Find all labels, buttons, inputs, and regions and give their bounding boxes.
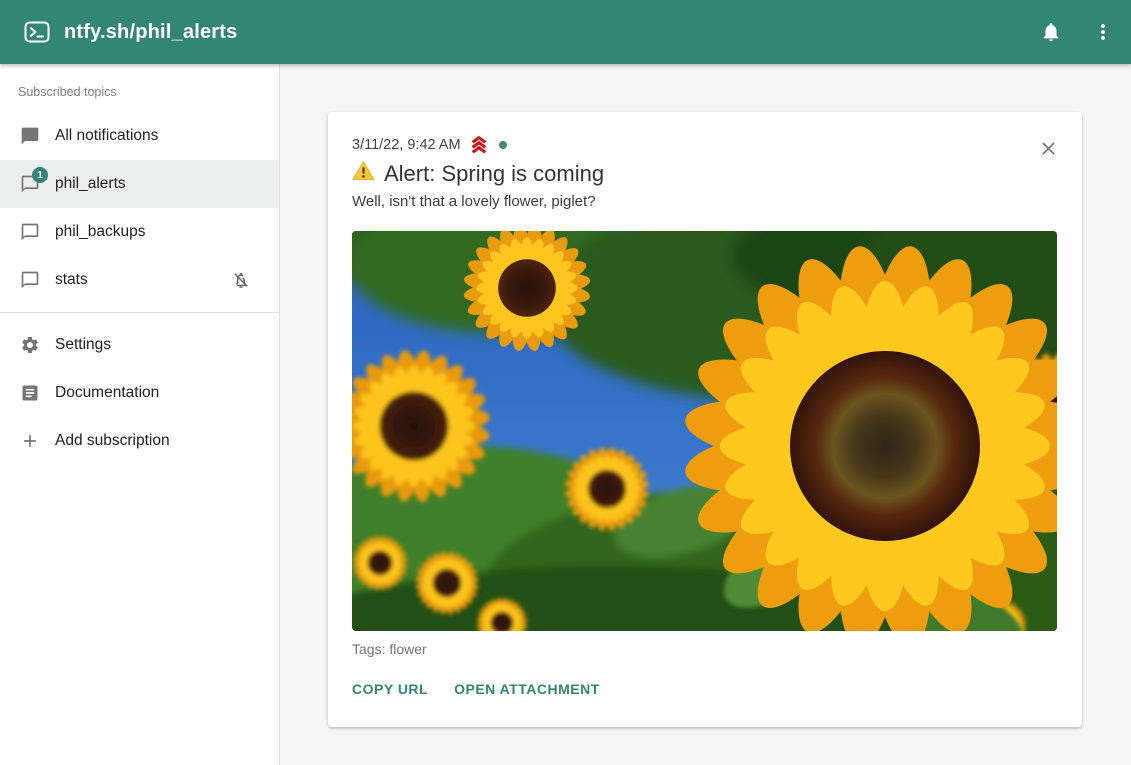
chat-bubble-filled-icon — [20, 126, 40, 146]
sidebar-item-settings[interactable]: Settings — [0, 321, 279, 369]
notification-title: Alert: Spring is coming — [384, 159, 604, 189]
overflow-menu-icon[interactable] — [1091, 20, 1115, 44]
chat-bubble-outline-icon — [20, 222, 40, 242]
app-bar: ntfy.sh/phil_alerts — [0, 0, 1131, 64]
main-content: 3/11/22, 9:42 AM — [280, 64, 1131, 765]
notification-meta: 3/11/22, 9:42 AM — [352, 136, 1058, 154]
sidebar-item-add-subscription[interactable]: Add subscription — [0, 417, 279, 465]
notifications-muted-icon — [231, 270, 251, 290]
open-attachment-button[interactable]: OPEN ATTACHMENT — [454, 671, 600, 707]
notification-tags: Tags: flower — [352, 641, 1058, 657]
notifications-bell-icon[interactable] — [1039, 20, 1063, 44]
sidebar-item-label: phil_alerts — [55, 175, 126, 193]
sidebar-item-phil-backups[interactable]: phil_backups — [0, 208, 279, 256]
sidebar-item-label: Add subscription — [55, 432, 170, 450]
sidebar-item-label: stats — [55, 271, 88, 289]
attachment-image[interactable] — [352, 231, 1057, 631]
chat-bubble-outline-icon — [20, 270, 40, 290]
subscribed-topics-caption: Subscribed topics — [0, 64, 279, 112]
sidebar-item-phil-alerts[interactable]: 1 phil_alerts — [0, 160, 279, 208]
gear-icon — [20, 335, 40, 355]
notification-title-row: Alert: Spring is coming — [352, 159, 1058, 189]
terminal-logo-icon — [24, 20, 50, 44]
close-icon[interactable] — [1036, 136, 1060, 160]
plus-icon — [20, 431, 40, 451]
chat-bubble-outline-icon: 1 — [20, 174, 40, 194]
unread-count-badge: 1 — [32, 167, 48, 183]
sidebar-item-label: Documentation — [55, 384, 159, 402]
copy-url-button[interactable]: COPY URL — [352, 671, 428, 707]
notification-body: Well, isn't that a lovely flower, piglet… — [352, 192, 1058, 212]
notification-actions: COPY URL OPEN ATTACHMENT — [352, 671, 1058, 707]
sidebar-item-label: phil_backups — [55, 223, 145, 241]
sidebar: Subscribed topics All notifications 1 ph… — [0, 64, 280, 765]
article-icon — [20, 383, 40, 403]
sidebar-item-stats[interactable]: stats — [0, 256, 279, 304]
unread-dot — [499, 141, 507, 149]
priority-max-icon — [468, 135, 490, 155]
sidebar-item-label: All notifications — [55, 127, 158, 145]
timestamp: 3/11/22, 9:42 AM — [352, 137, 461, 153]
sidebar-item-all-notifications[interactable]: All notifications — [0, 112, 279, 160]
notification-card: 3/11/22, 9:42 AM — [328, 112, 1082, 727]
sidebar-item-label: Settings — [55, 336, 111, 354]
sidebar-divider — [0, 312, 279, 313]
warning-emoji-icon — [352, 159, 375, 189]
page-title: ntfy.sh/phil_alerts — [64, 21, 237, 44]
sidebar-item-documentation[interactable]: Documentation — [0, 369, 279, 417]
